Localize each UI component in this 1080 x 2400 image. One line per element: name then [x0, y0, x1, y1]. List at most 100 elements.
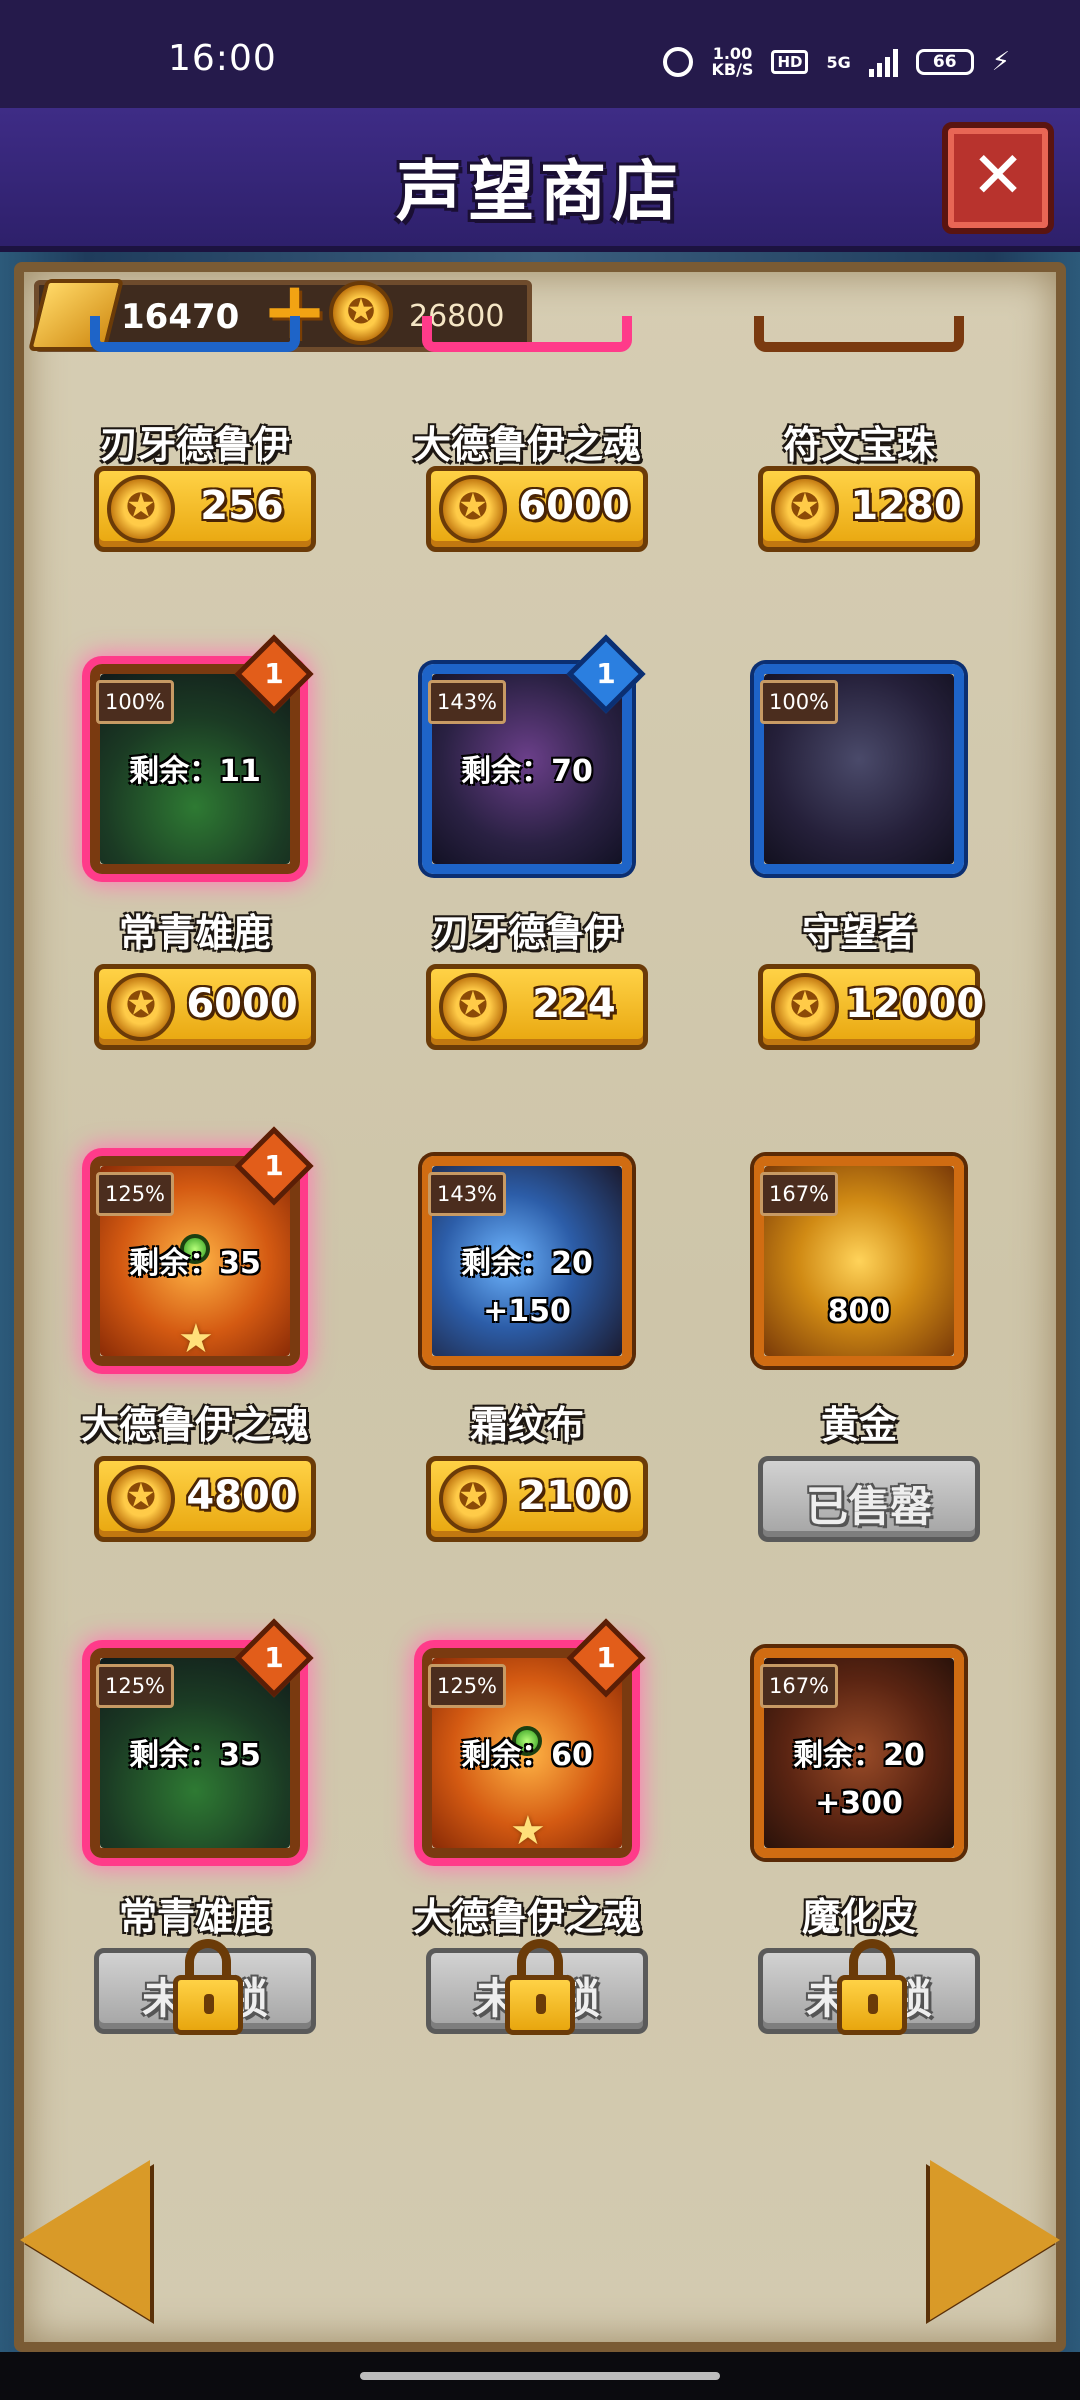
item-card[interactable]: 125% 1 剩余：60 ★ — [422, 1618, 646, 1858]
buy-button[interactable]: ✪ 12000 — [758, 964, 985, 1050]
remaining-count: 剩余：35 — [129, 1738, 261, 1773]
buy-button[interactable]: ✪ 256 — [94, 466, 316, 552]
item-name: 常青雄鹿 — [118, 911, 271, 955]
price-label: 4800 — [186, 1473, 298, 1519]
star-coin-icon: ✪ — [771, 475, 839, 543]
status-bar: 16:00 1.00 KB/S HD 5G 66 ⚡ — [0, 0, 1080, 108]
discount-badge: 125% — [96, 1664, 174, 1708]
star-coin-icon: ✪ — [107, 973, 175, 1041]
star-coin-icon: ✪ — [329, 281, 393, 345]
item-name: 刃牙德鲁伊 — [99, 423, 290, 467]
charging-icon: ⚡ — [991, 47, 1010, 77]
buy-button[interactable]: ✪ 2100 — [426, 1456, 648, 1542]
system-nav-bar — [0, 2352, 1080, 2400]
item-quantity: +300 — [815, 1786, 903, 1821]
discount-badge: 143% — [428, 680, 506, 724]
item-art — [754, 316, 964, 352]
level-number: 1 — [264, 1149, 284, 1182]
price-label: 6000 — [186, 981, 298, 1027]
remaining-count: 剩余：70 — [461, 754, 593, 789]
status-icons: 1.00 KB/S HD 5G 66 ⚡ — [663, 46, 1010, 78]
battery-icon: 66 — [915, 49, 974, 75]
buy-button[interactable]: ✪ 1280 — [758, 466, 980, 552]
item-card[interactable]: 125% 1 剩余：35 — [90, 1618, 314, 1858]
buy-button[interactable]: ✪ 4800 — [94, 1456, 316, 1542]
status-time: 16:00 — [168, 38, 277, 79]
buy-button[interactable]: ✪ 6000 — [426, 466, 648, 552]
network-type: 5G — [826, 52, 851, 72]
hd-badge: HD — [771, 50, 809, 74]
discount-badge: 100% — [760, 680, 838, 724]
item-art — [90, 316, 300, 352]
page-title: 声望商店 — [396, 153, 684, 230]
price-label: 256 — [200, 483, 284, 529]
buy-button[interactable]: ✪ 6000 — [94, 964, 316, 1050]
network-speed: 1.00 KB/S — [711, 46, 753, 78]
item-name: 黄金 — [820, 1403, 897, 1447]
star-coin-icon: ✪ — [107, 475, 175, 543]
discount-badge: 167% — [760, 1172, 838, 1216]
close-button[interactable]: ✕ — [942, 122, 1054, 234]
lock-icon — [173, 1939, 243, 2035]
star-coin-icon: ✪ — [439, 973, 507, 1041]
item-name: 大德鲁伊之魂 — [412, 423, 641, 467]
close-icon: ✕ — [971, 139, 1025, 213]
title-bar: 声望商店 — [0, 108, 1080, 252]
item-name: 常青雄鹿 — [118, 1895, 271, 1939]
star-coin-icon: ✪ — [439, 1465, 507, 1533]
remaining-count: 剩余：11 — [129, 754, 261, 789]
level-number: 1 — [264, 657, 284, 690]
star-icon: ★ — [178, 1316, 214, 1362]
speed-unit: KB/S — [711, 60, 754, 79]
item-card[interactable]: 143% 1 剩余：70 — [422, 634, 646, 874]
buy-button[interactable]: ✪ 224 — [426, 964, 648, 1050]
discount-badge: 125% — [96, 1172, 174, 1216]
item-name: 符文宝珠 — [782, 423, 935, 467]
level-number: 1 — [596, 1641, 616, 1674]
item-name: 魔化皮 — [801, 1895, 916, 1939]
level-number: 1 — [596, 657, 616, 690]
item-art — [422, 316, 632, 352]
price-label: 224 — [532, 981, 616, 1027]
sold-out-label: 已售罄 — [805, 1482, 932, 1531]
alarm-icon — [663, 47, 694, 77]
remaining-count: 剩余：35 — [129, 1246, 261, 1281]
item-name: 守望者 — [801, 911, 916, 955]
signal-icon — [868, 47, 898, 77]
item-card[interactable]: 100% — [754, 664, 964, 874]
item-card[interactable]: 167% 800 — [754, 1156, 964, 1366]
star-coin-icon: ✪ — [771, 973, 839, 1041]
locked-button[interactable]: 未解锁 — [94, 1939, 316, 2035]
locked-button[interactable]: 未解锁 — [758, 1939, 980, 2035]
locked-button[interactable]: 未解锁 — [426, 1939, 648, 2035]
arrow-right-icon[interactable] — [930, 2160, 1060, 2320]
item-name: 大德鲁伊之魂 — [80, 1403, 309, 1447]
item-quantity: +150 — [483, 1294, 571, 1329]
item-name: 大德鲁伊之魂 — [412, 1895, 641, 1939]
price-label: 12000 — [845, 981, 985, 1027]
star-icon: ★ — [510, 1808, 546, 1854]
price-label: 6000 — [518, 483, 630, 529]
item-card[interactable]: 125% 1 剩余：35 ★ — [90, 1126, 314, 1366]
item-card[interactable]: 143% 剩余：20 +150 — [422, 1156, 632, 1366]
lock-icon — [837, 1939, 907, 2035]
discount-badge: 167% — [760, 1664, 838, 1708]
item-card[interactable]: 167% 剩余：20 +300 — [754, 1648, 964, 1858]
star-coin-icon: ✪ — [107, 1465, 175, 1533]
price-label: 1280 — [850, 483, 962, 529]
star-coin-icon: ✪ — [439, 475, 507, 543]
item-card[interactable]: 100% 1 剩余：11 — [90, 634, 314, 874]
discount-badge: 143% — [428, 1172, 506, 1216]
discount-badge: 125% — [428, 1664, 506, 1708]
discount-badge: 100% — [96, 680, 174, 724]
arrow-left-icon[interactable] — [20, 2160, 150, 2320]
level-number: 1 — [264, 1641, 284, 1674]
remaining-count: 剩余：20 — [461, 1246, 593, 1281]
lock-icon — [505, 1939, 575, 2035]
sold-out-button: 已售罄 — [758, 1456, 980, 1542]
remaining-count: 剩余：60 — [461, 1738, 593, 1773]
home-indicator[interactable] — [360, 2372, 720, 2380]
remaining-count: 剩余：20 — [793, 1738, 925, 1773]
item-quantity: 800 — [827, 1294, 891, 1329]
price-label: 2100 — [518, 1473, 630, 1519]
